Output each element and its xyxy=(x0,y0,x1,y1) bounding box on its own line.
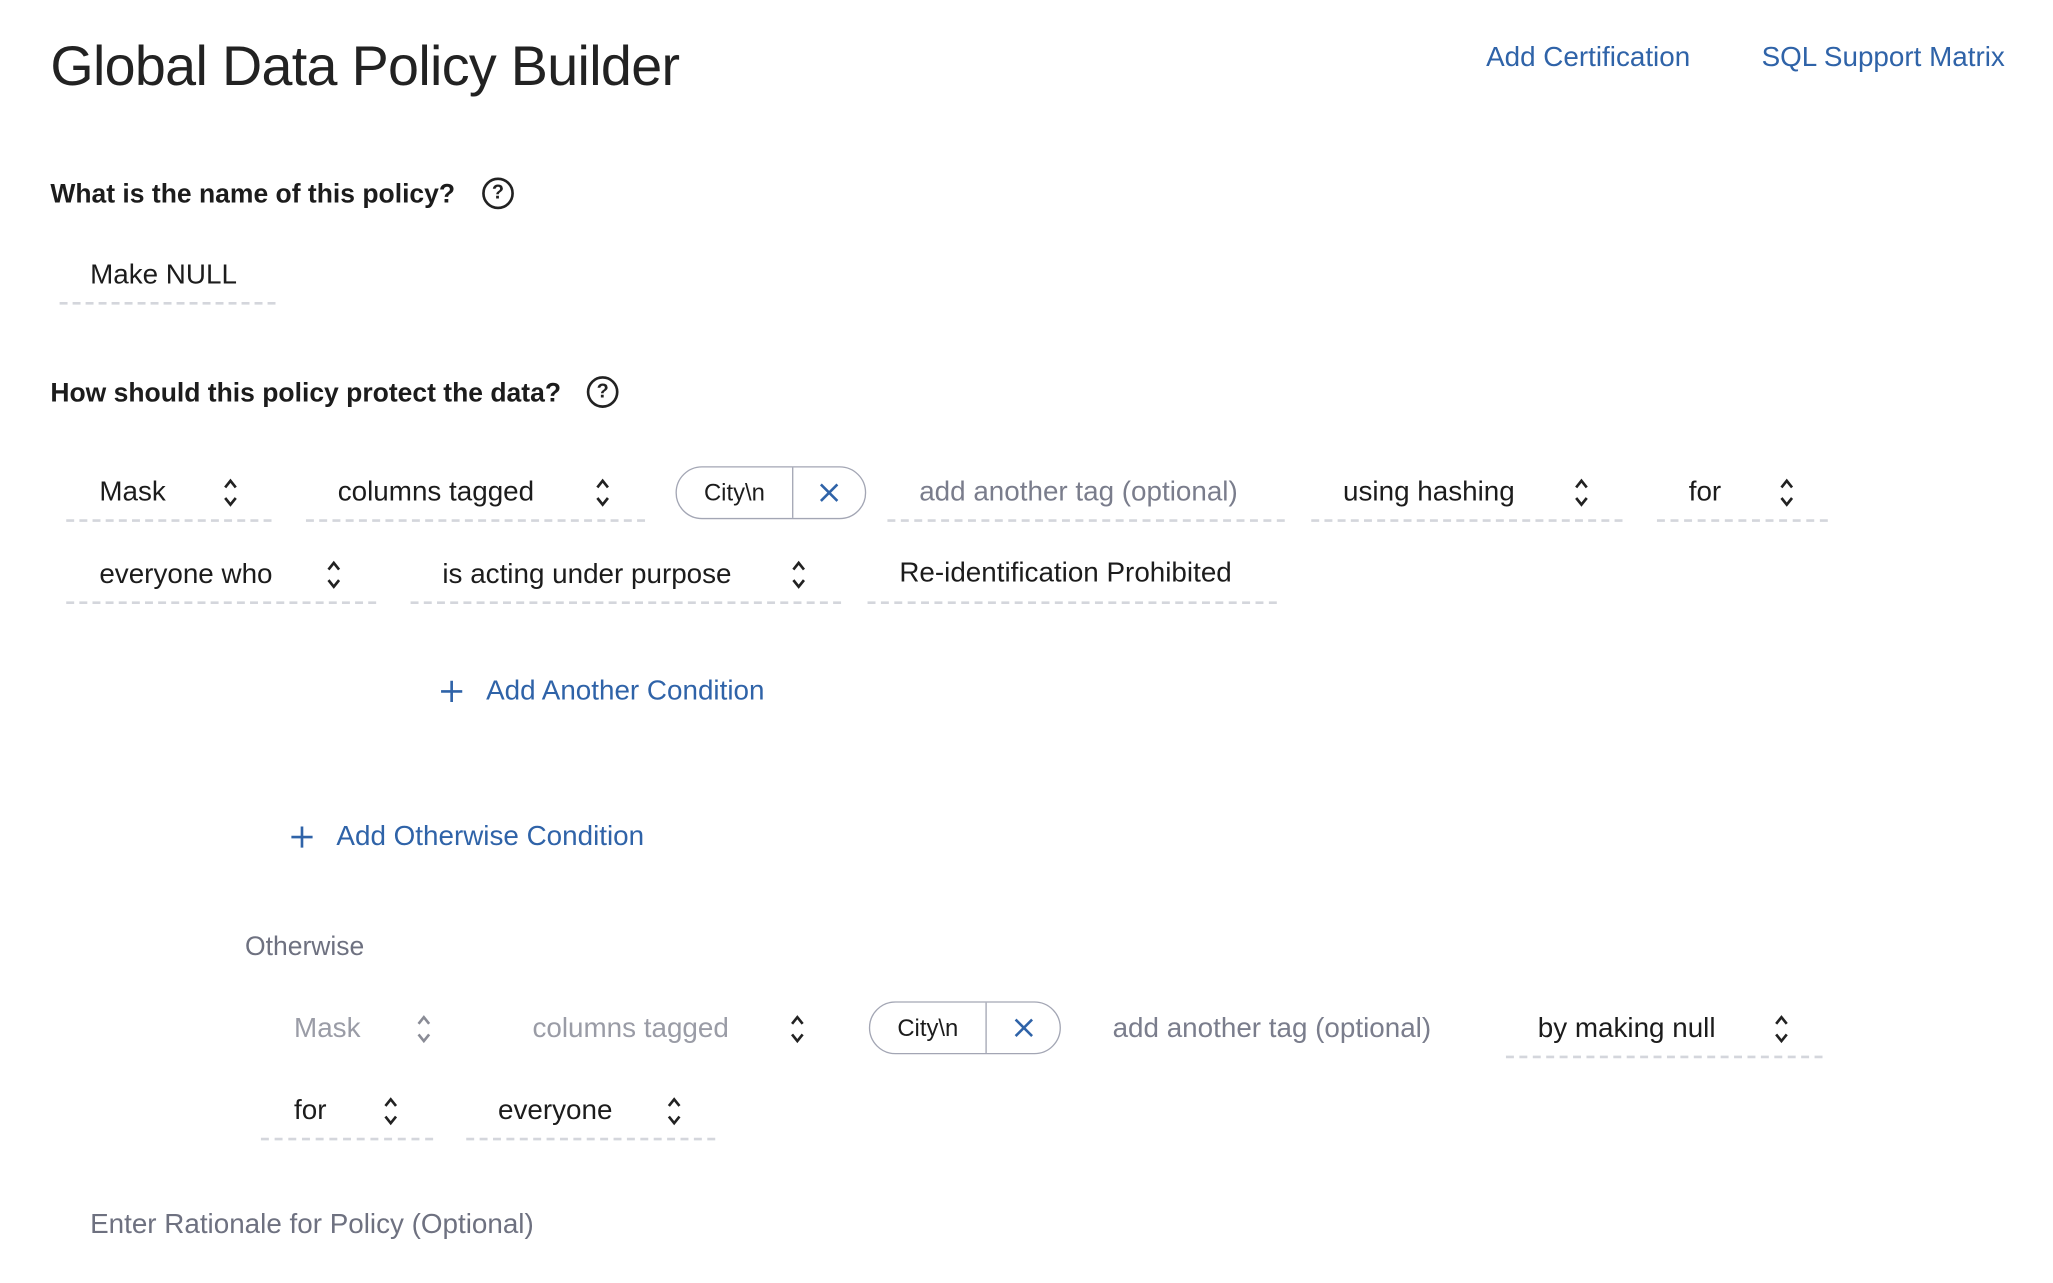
add-another-condition-label: Add Another Condition xyxy=(486,675,765,706)
close-icon xyxy=(819,482,840,503)
tag-label: City\n xyxy=(870,1002,987,1053)
plus-icon xyxy=(440,679,464,703)
policy-name-input[interactable]: Make NULL xyxy=(59,249,276,305)
policy-name-question: What is the name of this policy? xyxy=(50,180,456,210)
add-tag-input[interactable]: add another tag (optional) xyxy=(887,466,1285,522)
chevron-updown-icon xyxy=(789,1013,805,1045)
condition-select[interactable]: is acting under purpose xyxy=(410,548,842,604)
page-title: Global Data Policy Builder xyxy=(50,34,680,97)
otherwise-subject-select[interactable]: everyone xyxy=(466,1085,716,1141)
otherwise-for-value: for xyxy=(294,1095,327,1126)
remove-tag-button[interactable] xyxy=(987,1003,1060,1053)
subject-select[interactable]: everyone who xyxy=(66,548,377,604)
otherwise-action-value: Mask xyxy=(294,1013,361,1044)
subject-value: everyone who xyxy=(99,558,273,590)
otherwise-label: Otherwise xyxy=(245,932,365,962)
rationale-input[interactable]: Enter Rationale for Policy (Optional) xyxy=(90,1209,534,1241)
chevron-updown-icon xyxy=(326,559,342,591)
sql-support-matrix-link[interactable]: SQL Support Matrix xyxy=(1762,42,2005,74)
chevron-updown-icon xyxy=(1574,477,1590,509)
for-select[interactable]: for xyxy=(1656,466,1828,522)
add-another-condition-button[interactable]: Add Another Condition xyxy=(440,675,765,707)
otherwise-method-select[interactable]: by making null xyxy=(1505,1003,1823,1059)
add-otherwise-condition-label: Add Otherwise Condition xyxy=(336,821,645,852)
question-circle-icon[interactable]: ? xyxy=(586,376,619,408)
policy-name-value: Make NULL xyxy=(90,259,237,291)
method-select[interactable]: using hashing xyxy=(1311,466,1623,522)
remove-tag-button[interactable] xyxy=(793,468,865,518)
otherwise-tag-chip: City\n xyxy=(868,1001,1061,1055)
tag-chip: City\n xyxy=(675,466,867,520)
add-tag-placeholder: add another tag (optional) xyxy=(1112,1013,1432,1044)
add-certification-link[interactable]: Add Certification xyxy=(1486,42,1690,74)
plus-icon xyxy=(290,825,314,849)
close-icon xyxy=(1013,1017,1034,1038)
action-select[interactable]: Mask xyxy=(66,466,272,522)
chevron-updown-icon xyxy=(223,477,239,509)
add-otherwise-condition-button[interactable]: Add Otherwise Condition xyxy=(290,821,644,853)
otherwise-for-select[interactable]: for xyxy=(260,1085,434,1141)
protect-question: How should this policy protect the data? xyxy=(50,378,562,408)
action-value: Mask xyxy=(99,476,166,508)
method-value: using hashing xyxy=(1343,476,1515,508)
tag-label: City\n xyxy=(677,467,794,518)
chevron-updown-icon xyxy=(416,1013,432,1045)
otherwise-add-tag-input[interactable]: add another tag (optional) xyxy=(1081,1003,1478,1056)
chevron-updown-icon xyxy=(595,477,611,509)
target-select[interactable]: columns tagged xyxy=(305,466,646,522)
purpose-input[interactable]: Re-identification Prohibited xyxy=(867,548,1277,604)
for-value: for xyxy=(1688,476,1722,508)
otherwise-action-select: Mask xyxy=(262,1003,461,1056)
otherwise-target-value: columns tagged xyxy=(532,1013,729,1044)
purpose-value: Re-identification Prohibited xyxy=(899,557,1232,589)
otherwise-method-value: by making null xyxy=(1537,1013,1716,1044)
chevron-updown-icon xyxy=(666,1095,682,1127)
condition-value: is acting under purpose xyxy=(442,558,732,590)
chevron-updown-icon xyxy=(791,559,807,591)
question-circle-icon[interactable]: ? xyxy=(482,177,514,210)
otherwise-target-select: columns tagged xyxy=(501,1003,832,1056)
add-tag-placeholder: add another tag (optional) xyxy=(919,476,1238,508)
target-value: columns tagged xyxy=(337,476,535,508)
otherwise-subject-value: everyone xyxy=(498,1095,613,1126)
chevron-updown-icon xyxy=(383,1095,399,1127)
chevron-updown-icon xyxy=(1774,1013,1790,1045)
chevron-updown-icon xyxy=(1779,477,1795,509)
